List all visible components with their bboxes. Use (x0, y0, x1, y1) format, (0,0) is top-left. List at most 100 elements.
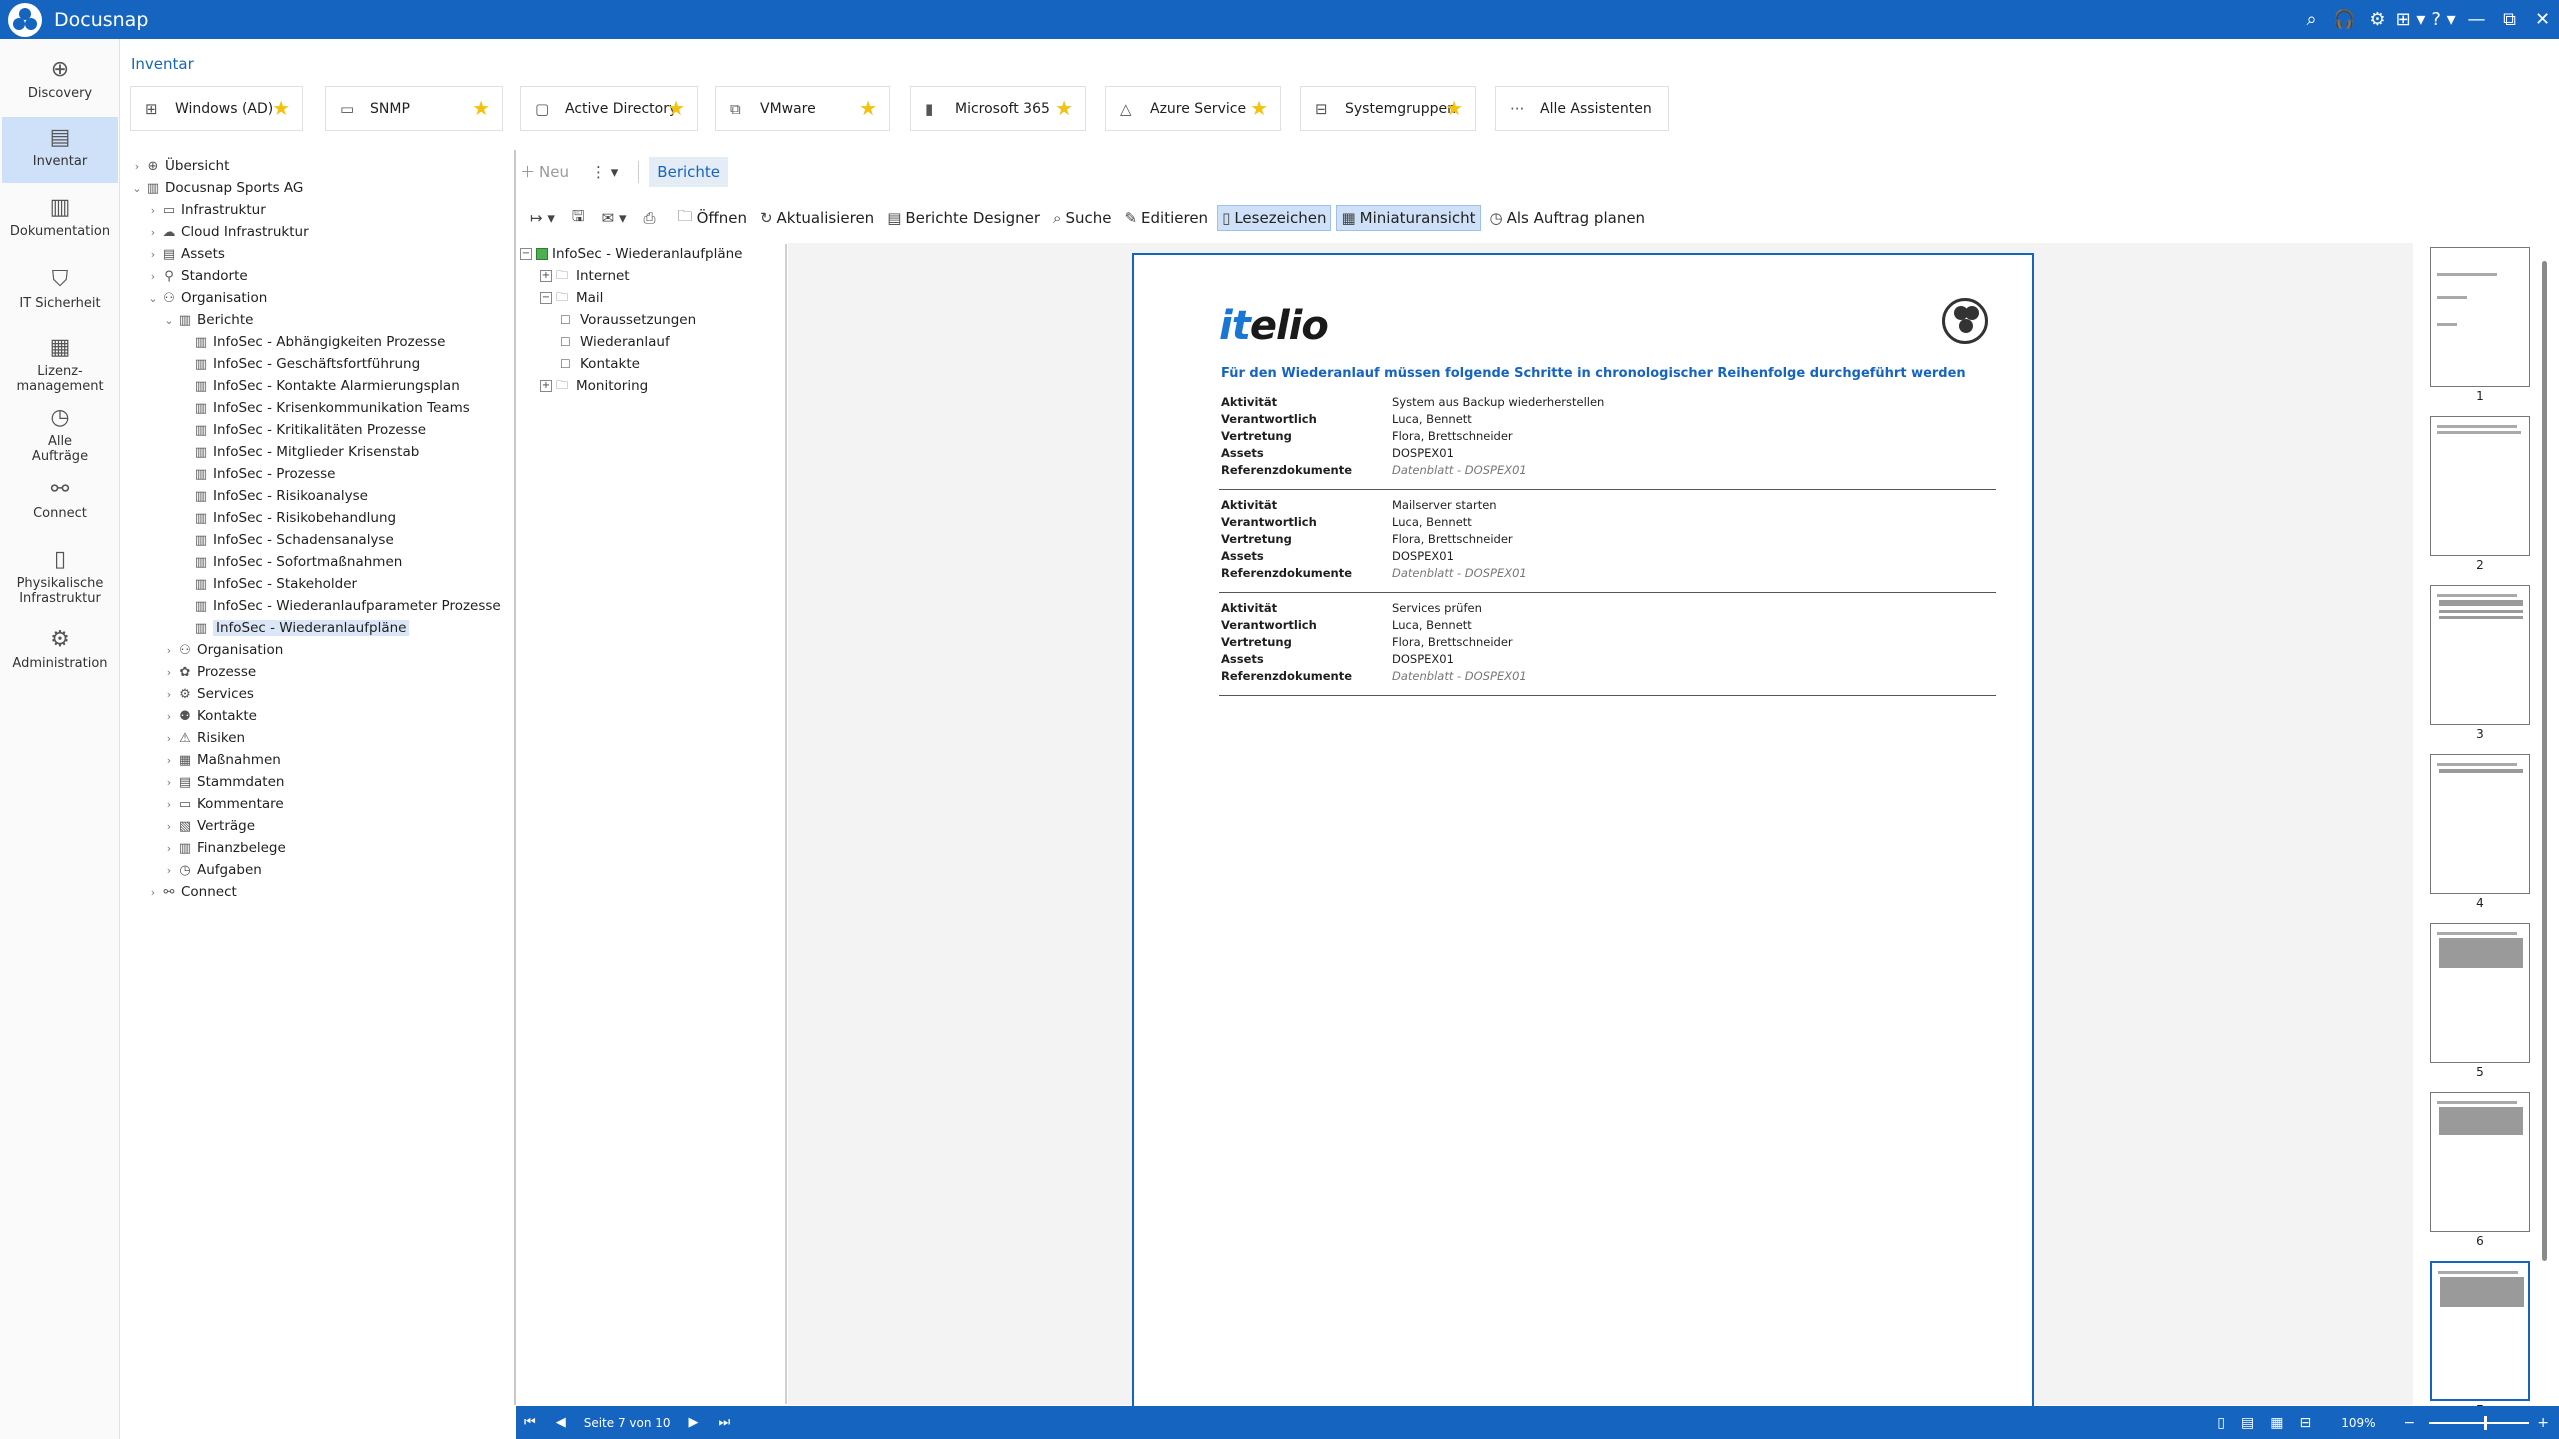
tree-node[interactable]: › ☁ Cloud Infrastruktur (146, 222, 309, 242)
expand-chevron-icon[interactable]: › (162, 688, 176, 701)
expand-chevron-icon[interactable]: › (146, 270, 160, 283)
quick-access-windows-ad-[interactable]: ⊞ Windows (AD) ★ (130, 86, 303, 131)
tree-node[interactable]: › ✿ Prozesse (162, 662, 256, 682)
restore-icon[interactable]: ⧉ (2493, 9, 2526, 30)
outline-item[interactable]: ☐ Voraussetzungen (560, 310, 696, 330)
expand-chevron-icon[interactable]: › (162, 666, 176, 679)
tree-node[interactable]: ▥ InfoSec - Abhängigkeiten Prozesse (178, 332, 446, 352)
edit-button[interactable]: ✎ Editieren (1120, 206, 1212, 230)
tree-node[interactable]: › ⚉ Kontakte (162, 706, 257, 726)
page-width-view-icon[interactable]: ⊟ (2299, 1415, 2311, 1431)
save-button[interactable]: 🖫 (568, 203, 593, 234)
zoom-out-button[interactable]: − (2404, 1415, 2416, 1431)
tree-node[interactable]: › ⚲ Standorte (146, 266, 248, 286)
close-icon[interactable]: ✕ (2526, 9, 2559, 30)
outline-expander-icon[interactable]: − (520, 248, 532, 260)
quick-access-alle-assistenten[interactable]: ··· Alle Assistenten (1495, 86, 1669, 131)
help-icon[interactable]: ? ▾ (2427, 9, 2460, 30)
zoom-slider[interactable] (2429, 1415, 2530, 1430)
rail-item-physikalische[interactable]: ▯ Physikalische Infrastruktur (2, 539, 118, 617)
tree-node[interactable]: ⌄ ▥ Docusnap Sports AG (130, 178, 303, 198)
expand-chevron-icon[interactable]: › (146, 204, 160, 217)
tree-node[interactable]: › ⊕ Übersicht (130, 156, 230, 176)
rail-item-inventar[interactable]: ▤ Inventar (2, 117, 118, 183)
quick-access-vmware[interactable]: ⧉ VMware ★ (715, 86, 890, 131)
outline-item[interactable]: ☐ Wiederanlauf (560, 332, 670, 352)
expand-chevron-icon[interactable]: › (162, 820, 176, 833)
bookmarks-button[interactable]: ▯ Lesezeichen (1217, 205, 1332, 231)
tree-node[interactable]: ▥ InfoSec - Wiederanlaufparameter Prozess… (178, 596, 501, 616)
expand-chevron-icon[interactable]: ⌄ (146, 292, 160, 305)
report-designer-button[interactable]: ▤ Berichte Designer (883, 206, 1044, 230)
tree-node[interactable]: › ▭ Kommentare (162, 794, 284, 814)
quick-access-active-directory[interactable]: ▢ Active Directory ★ (520, 86, 698, 131)
single-page-view-icon[interactable]: ▯ (2217, 1415, 2225, 1431)
tree-node[interactable]: ▥ InfoSec - Sofortmaßnahmen (178, 552, 402, 572)
quick-access-snmp[interactable]: ▭ SNMP ★ (325, 86, 503, 131)
reference-link[interactable]: Datenblatt - DOSPEX01 (1392, 669, 1527, 686)
minimize-icon[interactable]: — (2460, 9, 2493, 30)
previous-page-button[interactable]: ◀ (556, 1415, 566, 1430)
print-button[interactable]: ⎙ (640, 206, 664, 230)
tree-node[interactable]: › ▧ Verträge (162, 816, 255, 836)
tree-node[interactable]: › ⚠ Risiken (162, 728, 245, 748)
first-page-button[interactable]: ⏮ (524, 1415, 536, 1430)
tree-node[interactable]: ▥ InfoSec - Stakeholder (178, 574, 357, 594)
tab-berichte[interactable]: Berichte (649, 156, 729, 187)
search-button[interactable]: ⌕ Suche (1049, 206, 1115, 230)
expand-chevron-icon[interactable]: › (162, 754, 176, 767)
outline-item[interactable]: ☐ Kontakte (560, 354, 640, 374)
tree-node[interactable]: ▥ InfoSec - Mitglieder Krisenstab (178, 442, 419, 462)
rail-item-discovery[interactable]: ⊕ Discovery (2, 49, 118, 109)
tree-node[interactable]: ▥ InfoSec - Kritikalitäten Prozesse (178, 420, 426, 440)
expand-chevron-icon[interactable]: › (162, 710, 176, 723)
tree-node[interactable]: ▥ InfoSec - Geschäftsfortführung (178, 354, 420, 374)
support-icon[interactable]: 🎧 (2328, 9, 2361, 30)
page-thumbnail[interactable] (2430, 754, 2530, 894)
tree-node[interactable]: › ▤ Stammdaten (162, 772, 285, 792)
schedule-job-button[interactable]: ◷ Als Auftrag planen (1486, 206, 1650, 230)
tree-node[interactable]: ▥ InfoSec - Schadensanalyse (178, 530, 394, 550)
outline-item[interactable]: + 🗀 Monitoring (540, 376, 648, 396)
page-thumbnail[interactable] (2430, 585, 2530, 725)
tree-node[interactable]: › ▭ Infrastruktur (146, 200, 266, 220)
page-thumbnail[interactable] (2430, 1261, 2530, 1401)
refresh-button[interactable]: ↻ Aktualisieren (756, 206, 878, 230)
tree-node[interactable]: › ⚇ Organisation (162, 640, 283, 660)
quick-access-azure-service[interactable]: △ Azure Service ★ (1105, 86, 1281, 131)
quick-access-microsoft-365[interactable]: ▮ Microsoft 365 ★ (910, 86, 1086, 131)
breadcrumb[interactable]: Inventar (131, 55, 194, 73)
page-thumbnail[interactable] (2430, 1092, 2530, 1232)
open-button[interactable]: 🗀 Öffnen (674, 203, 751, 234)
expand-chevron-icon[interactable]: › (162, 732, 176, 745)
rail-item-it-sicherheit[interactable]: ⛉ IT Sicherheit (2, 259, 118, 319)
page-thumbnail[interactable] (2430, 416, 2530, 556)
tree-node[interactable]: › ▤ Assets (146, 244, 225, 264)
continuous-view-icon[interactable]: ▤ (2241, 1415, 2254, 1431)
outline-item[interactable]: − 🗀 Mail (540, 288, 603, 308)
quick-access-systemgruppen[interactable]: ⊟ Systemgruppen ★ (1300, 86, 1476, 131)
favorite-star-icon[interactable]: ★ (272, 96, 290, 120)
tree-node[interactable]: ⌄ ⚇ Organisation (146, 288, 267, 308)
expand-chevron-icon[interactable]: › (162, 842, 176, 855)
outline-expander-icon[interactable]: + (540, 380, 552, 392)
outline-splitter[interactable] (785, 244, 787, 1404)
rail-item-dokumentation[interactable]: ▥ Dokumentation (2, 187, 118, 251)
thumbnail-scrollbar[interactable] (2542, 261, 2547, 1261)
tree-node[interactable]: ▥ InfoSec - Prozesse (178, 464, 336, 484)
expand-chevron-icon[interactable]: ⌄ (130, 182, 144, 195)
tree-node[interactable]: ▥ InfoSec - Wiederanlaufpläne (178, 618, 410, 638)
page-thumbnail[interactable] (2430, 923, 2530, 1063)
reference-link[interactable]: Datenblatt - DOSPEX01 (1392, 463, 1527, 480)
outline-expander-icon[interactable]: + (540, 270, 552, 282)
rail-item-administration[interactable]: ⚙ Administration (2, 619, 118, 679)
next-page-button[interactable]: ▶ (689, 1415, 699, 1430)
export-button[interactable]: ↦ ▾ (526, 206, 563, 230)
multi-page-view-icon[interactable]: ▦ (2270, 1415, 2283, 1431)
outline-item[interactable]: − InfoSec - Wiederanlaufpläne (520, 244, 742, 264)
tree-node[interactable]: ▥ InfoSec - Risikobehandlung (178, 508, 396, 528)
tree-node[interactable]: › ⚯ Connect (146, 882, 237, 902)
rail-item-connect[interactable]: ⚯ Connect (2, 469, 118, 529)
search-icon[interactable]: ⌕ (2295, 9, 2328, 30)
last-page-button[interactable]: ⏭ (719, 1415, 731, 1430)
